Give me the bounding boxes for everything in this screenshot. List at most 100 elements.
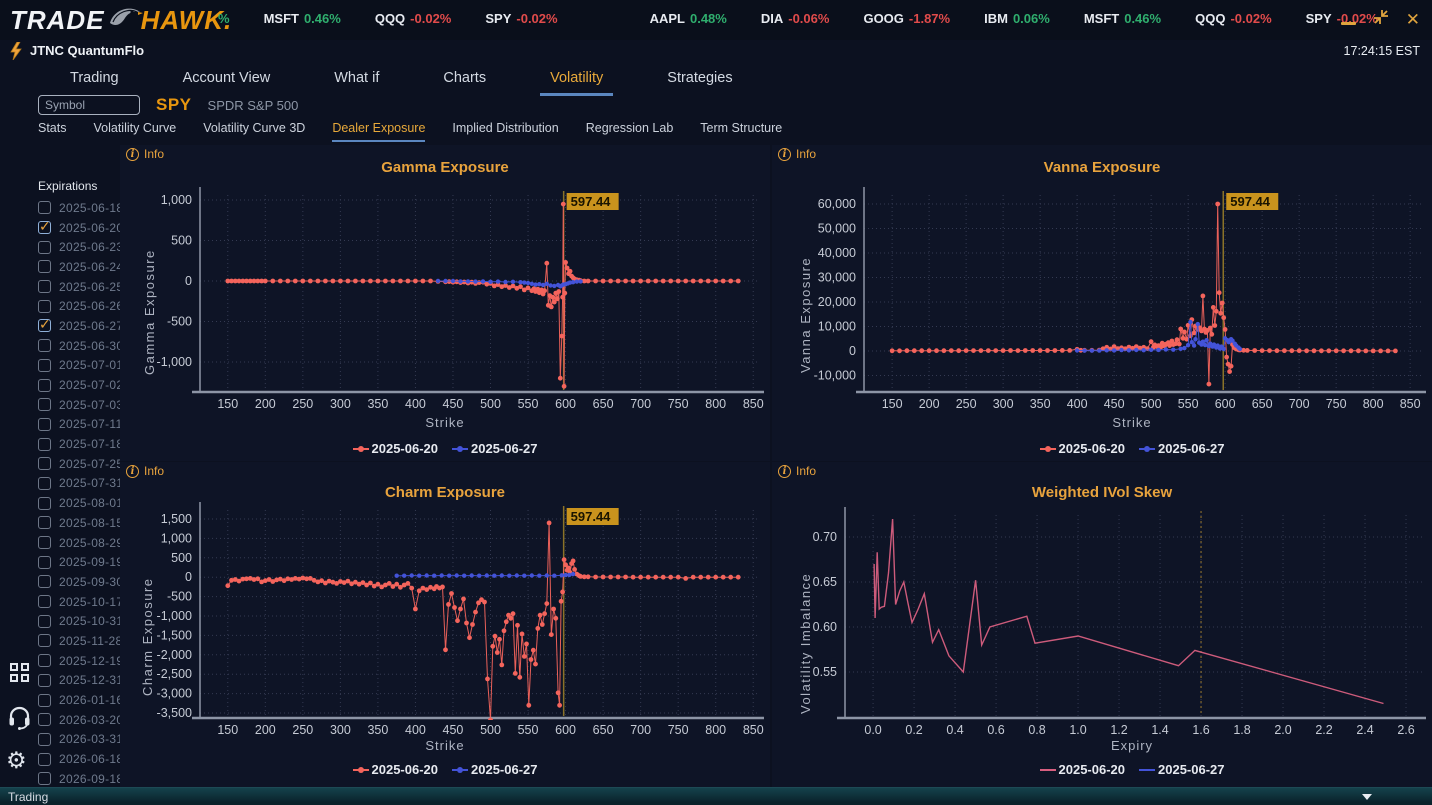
checkbox-unchecked[interactable] (38, 437, 51, 451)
expiration-row[interactable]: 2025-06-24 (38, 257, 130, 277)
expiration-row[interactable]: 2025-06-26 (38, 296, 130, 316)
expiration-row[interactable]: 2025-10-17 (38, 592, 130, 612)
nav-tab-account-view[interactable]: Account View (173, 68, 281, 96)
expiration-row[interactable]: 2026-03-31 (38, 730, 130, 750)
chart-info-button[interactable]: Info (778, 464, 816, 478)
nav-tab-charts[interactable]: Charts (433, 68, 496, 96)
market-ticker: % MSFT 0.46% QQQ -0.02% SPY -0.02% AAPL 0.48% DIA… (218, 11, 1378, 26)
checkbox-checked[interactable] (38, 316, 51, 333)
status-grip-icon[interactable] (1362, 794, 1372, 800)
checkbox-unchecked[interactable] (38, 693, 51, 707)
legend-item[interactable]: 2025-06-27 (452, 441, 538, 456)
svg-text:200: 200 (255, 723, 276, 737)
checkbox-unchecked[interactable] (38, 536, 51, 550)
expiration-row[interactable]: 2025-08-01 (38, 493, 130, 513)
expiration-row[interactable]: 2025-06-30 (38, 336, 130, 356)
subtab-stats[interactable]: Stats (38, 121, 67, 142)
legend-item[interactable]: 2025-06-20 (352, 762, 438, 777)
checkbox-unchecked[interactable] (38, 417, 51, 431)
expiration-row[interactable]: 2025-07-01 (38, 356, 130, 376)
checkbox-unchecked[interactable] (38, 260, 51, 274)
chart-info-button[interactable]: Info (126, 464, 164, 478)
legend-item[interactable]: 2025-06-27 (1139, 762, 1225, 777)
charm-exposure-chart: Info Charm Exposure Charm Exposure 1,500… (120, 462, 770, 788)
expiration-row[interactable]: 2025-07-25 (38, 454, 130, 474)
checkbox-unchecked[interactable] (38, 752, 51, 766)
nav-tab-what-if[interactable]: What if (324, 68, 389, 96)
svg-text:600: 600 (555, 397, 576, 411)
support-headset-icon[interactable] (7, 705, 32, 735)
ticker-change: 0.48% (689, 11, 727, 26)
checkbox-unchecked[interactable] (38, 713, 51, 727)
close-icon[interactable]: ✕ (1406, 11, 1420, 28)
checkbox-unchecked[interactable] (38, 358, 51, 372)
expiration-row[interactable]: 2025-08-15 (38, 513, 130, 533)
checkbox-unchecked[interactable] (38, 201, 51, 215)
expiration-row[interactable]: 2025-07-11 (38, 415, 130, 435)
nav-tab-strategies[interactable]: Strategies (657, 68, 742, 96)
expiration-row[interactable]: 2026-09-18 (38, 769, 130, 789)
checkbox-unchecked[interactable] (38, 240, 51, 254)
nav-tab-trading[interactable]: Trading (60, 68, 129, 96)
legend-item[interactable]: 2025-06-20 (1039, 762, 1125, 777)
minimize-icon[interactable] (1340, 22, 1356, 25)
checkbox-unchecked[interactable] (38, 280, 51, 294)
subtab-implied-distribution[interactable]: Implied Distribution (452, 121, 558, 142)
legend-item[interactable]: 2025-06-20 (352, 441, 438, 456)
expiration-row[interactable]: 2025-06-25 (38, 277, 130, 297)
checkbox-unchecked[interactable] (38, 634, 51, 648)
expiration-row[interactable]: 2025-06-27 (38, 316, 130, 336)
checkbox-unchecked[interactable] (38, 654, 51, 668)
expiration-row[interactable]: 2025-07-03 (38, 395, 130, 415)
checkbox-unchecked[interactable] (38, 555, 51, 569)
expiration-row[interactable]: 2025-09-19 (38, 552, 130, 572)
checkbox-unchecked[interactable] (38, 516, 51, 530)
expiration-row[interactable]: 2025-07-31 (38, 474, 130, 494)
legend-item[interactable]: 2025-06-20 (1039, 441, 1125, 456)
checkbox-unchecked[interactable] (38, 378, 51, 392)
expiration-row[interactable]: 2025-06-23 (38, 237, 130, 257)
checkbox-unchecked[interactable] (38, 457, 51, 471)
checkbox-unchecked[interactable] (38, 732, 51, 746)
checkbox-unchecked[interactable] (38, 772, 51, 786)
expiration-row[interactable]: 2025-07-02 (38, 375, 130, 395)
expiration-row[interactable]: 2025-09-30 (38, 572, 130, 592)
expiration-row[interactable]: 2025-08-29 (38, 533, 130, 553)
checkbox-checked[interactable] (38, 218, 51, 235)
expiration-row[interactable]: 2026-06-18 (38, 749, 130, 769)
checkbox-unchecked[interactable] (38, 339, 51, 353)
expiration-row[interactable]: 2026-03-20 (38, 710, 130, 730)
subtab-dealer-exposure[interactable]: Dealer Exposure (332, 121, 426, 142)
expiration-row[interactable]: 2025-07-18 (38, 434, 130, 454)
checkbox-unchecked[interactable] (38, 614, 51, 628)
layout-grid-icon[interactable] (10, 663, 30, 683)
legend-item[interactable]: 2025-06-27 (1139, 441, 1225, 456)
expiration-row[interactable]: 2025-06-20 (38, 218, 130, 238)
expiration-date: 2025-12-19 (59, 653, 124, 668)
checkbox-unchecked[interactable] (38, 476, 51, 490)
gamma-plot-area[interactable]: 1,000 500 0 -500 -1,000 150 200 250 300 350 400 450… (120, 145, 770, 461)
expiration-row[interactable]: 2025-11-28 (38, 631, 130, 651)
settings-gear-icon[interactable]: ⚙ (6, 748, 27, 774)
legend-item[interactable]: 2025-06-27 (452, 762, 538, 777)
checkbox-unchecked[interactable] (38, 496, 51, 510)
vanna-plot-area[interactable]: 60,000 50,000 40,000 30,000 20,000 10,000 0 -10… (772, 145, 1432, 461)
subtab-regression-lab[interactable]: Regression Lab (586, 121, 674, 142)
checkbox-unchecked[interactable] (38, 673, 51, 687)
checkbox-unchecked[interactable] (38, 575, 51, 589)
expiration-row[interactable]: 2025-12-19 (38, 651, 130, 671)
nav-tab-volatility[interactable]: Volatility (540, 68, 614, 96)
subtab-volatility-curve[interactable]: Volatility Curve (94, 121, 177, 142)
checkbox-unchecked[interactable] (38, 595, 51, 609)
subtab-term-structure[interactable]: Term Structure (700, 121, 782, 142)
checkbox-unchecked[interactable] (38, 299, 51, 313)
chart-title: Gamma Exposure (381, 159, 509, 176)
expiration-row[interactable]: 2025-10-31 (38, 611, 130, 631)
restore-icon[interactable] (1373, 9, 1389, 30)
expiration-row[interactable]: 2025-12-31 (38, 671, 130, 691)
symbol-input[interactable] (38, 95, 140, 115)
expiration-row[interactable]: 2025-06-18 (38, 198, 130, 218)
expiration-row[interactable]: 2026-01-16 (38, 690, 130, 710)
checkbox-unchecked[interactable] (38, 398, 51, 412)
subtab-volatility-curve-3d[interactable]: Volatility Curve 3D (203, 121, 305, 142)
